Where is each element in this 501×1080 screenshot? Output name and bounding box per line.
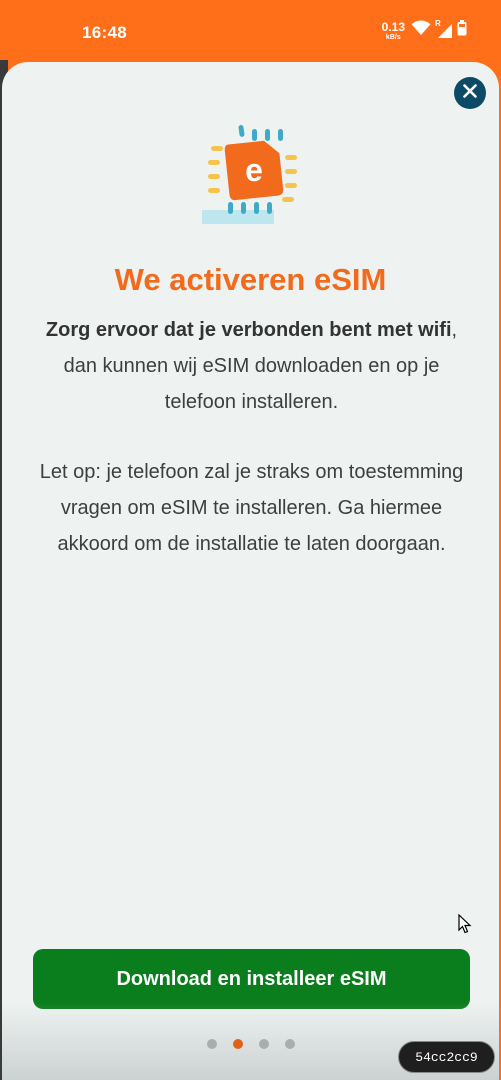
illustration-letter: e: [245, 152, 263, 188]
battery-icon: [457, 20, 467, 41]
signal-icon: R: [435, 19, 453, 39]
page-dot-3[interactable]: [258, 1039, 269, 1049]
esim-activation-sheet: e We activeren eSIM Zorg ervoor dat je v…: [2, 62, 499, 1080]
download-install-esim-button[interactable]: Download en installeer eSIM: [33, 949, 470, 1009]
page-dot-4[interactable]: [284, 1039, 295, 1049]
close-button[interactable]: [454, 77, 486, 109]
wifi-instruction: Zorg ervoor dat je verbonden bent met wi…: [38, 312, 465, 420]
permission-note: Let op: je telefoon zal je straks om toe…: [39, 461, 464, 555]
close-icon: [463, 83, 477, 103]
wifi-icon: [411, 20, 431, 41]
status-icons: 0.13 kB/s R: [382, 19, 467, 41]
network-speed-value: 0.13: [381, 19, 405, 34]
wifi-instruction-bold: Zorg ervoor dat je verbonden bent met wi…: [45, 319, 452, 341]
mouse-cursor-icon: [458, 913, 472, 939]
session-id-badge: 54cc2cc9: [398, 1041, 495, 1073]
status-time: 16:48: [82, 23, 127, 42]
network-speed: 0.13 kB/s: [382, 21, 405, 41]
status-bar: 16:48 0.13 kB/s R: [0, 0, 501, 66]
page-dot-1[interactable]: [206, 1039, 217, 1049]
page-title: We activeren eSIM: [114, 262, 387, 297]
esim-chip-icon: e: [197, 120, 307, 230]
page-dot-2-active[interactable]: [232, 1039, 243, 1049]
network-speed-unit: kB/s: [385, 33, 401, 41]
